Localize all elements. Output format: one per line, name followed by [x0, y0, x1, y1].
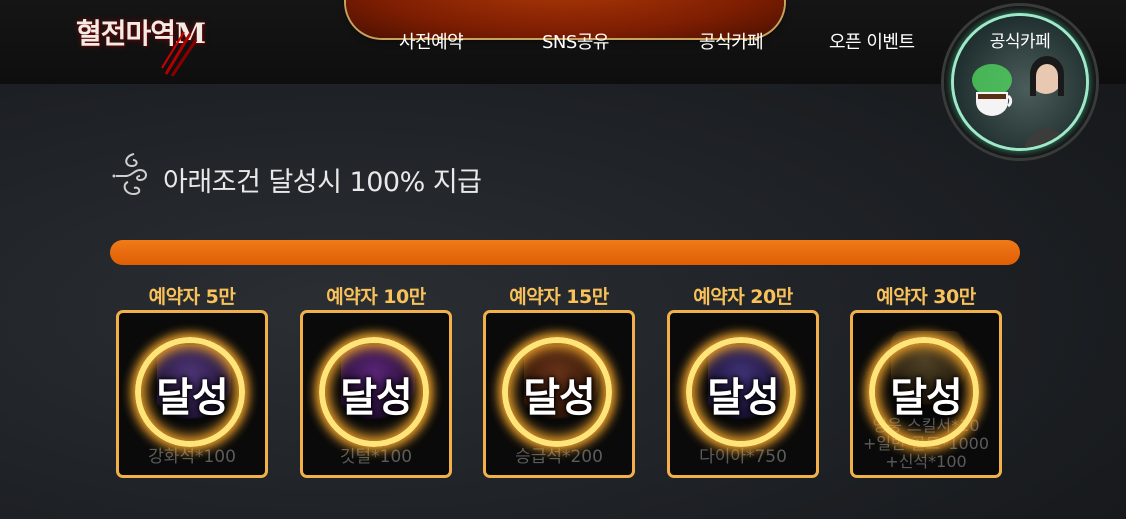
reservation-progress-bar	[110, 240, 1020, 265]
reward-milestone-4: 예약자 20만 다이아*750 달성	[667, 282, 819, 478]
nav-official-cafe[interactable]: 공식카페	[699, 28, 764, 54]
reward-label: 예약자 5만	[148, 286, 236, 308]
cafe-badge-label: 공식카페	[989, 32, 1051, 52]
section-title: 아래조건 달성시 100% 지급	[163, 167, 482, 198]
reward-label: 예약자 15만	[509, 286, 609, 308]
reward-card: 영웅 스킬서*10 +일반 골드*1000 +신석*100 달성	[850, 310, 1002, 478]
achieved-status: 달성	[340, 375, 413, 421]
reward-item-text: 다이아*750	[699, 447, 787, 467]
swirl-ornament-icon	[112, 153, 147, 196]
claw-slash-icon	[161, 31, 198, 77]
reward-item-text: 강화석*100	[148, 447, 236, 467]
achieved-status: 달성	[156, 375, 229, 421]
official-cafe-badge-button[interactable]: 공식카페	[944, 6, 1096, 158]
achieved-status: 달성	[707, 375, 780, 421]
reward-card: 승급석*200 달성	[483, 310, 635, 478]
reward-item-text: 승급석*200	[515, 447, 603, 467]
nav-sns-share[interactable]: SNS공유	[542, 28, 609, 54]
reward-milestone-3: 예약자 15만 승급석*200 달성	[483, 282, 635, 478]
reward-card: 강화석*100 달성	[116, 310, 268, 478]
nav-pre-registration[interactable]: 사전예약	[399, 28, 464, 54]
game-logo[interactable]: 혈전마역M	[76, 8, 221, 78]
reward-label: 예약자 20만	[693, 286, 793, 308]
nav-open-event[interactable]: 오픈 이벤트	[829, 28, 915, 54]
reward-label: 예약자 10만	[326, 286, 426, 308]
reward-item-text: 깃털*100	[339, 447, 413, 467]
achieved-status: 달성	[523, 375, 596, 421]
reward-label: 예약자 30만	[876, 286, 976, 308]
reward-milestone-1: 예약자 5만 강화석*100 달성	[116, 282, 268, 478]
achieved-status: 달성	[890, 375, 963, 421]
reward-card: 다이아*750 달성	[667, 310, 819, 478]
reward-card: 깃털*100 달성	[300, 310, 452, 478]
reward-milestone-5: 예약자 30만 영웅 스킬서*10 +일반 골드*1000 +신석*100 달성	[850, 282, 1002, 478]
reward-milestone-2: 예약자 10만 깃털*100 달성	[300, 282, 452, 478]
